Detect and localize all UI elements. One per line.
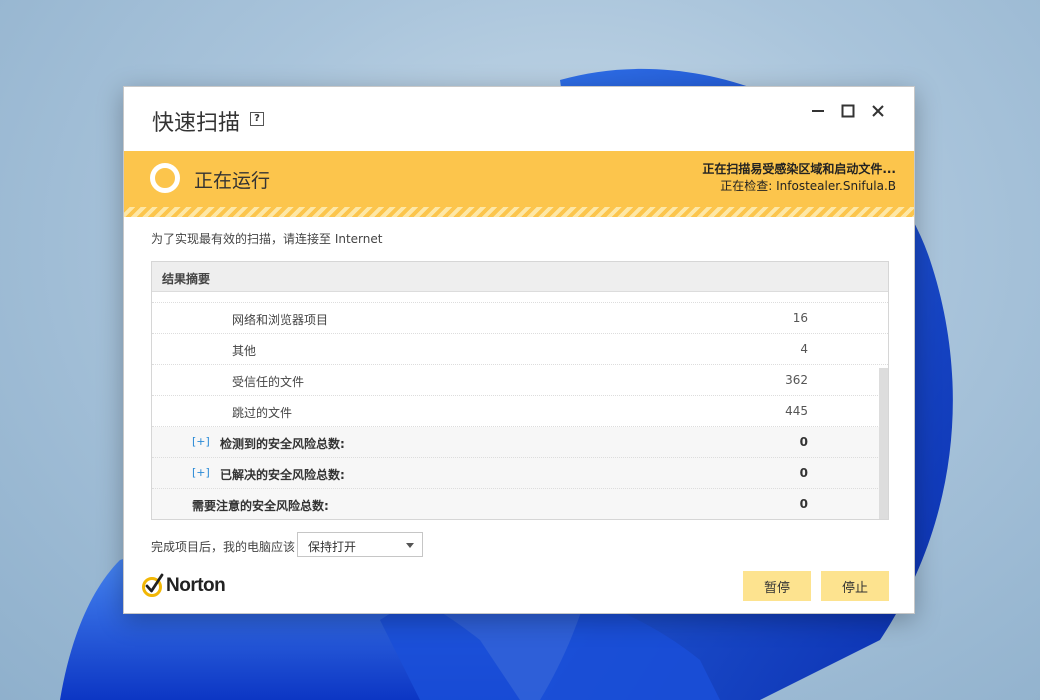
norton-wordmark: Norton [166, 575, 226, 596]
row-label: 检测到的安全风险总数: [220, 437, 345, 451]
results-rows[interactable]: 网络和浏览器项目 16 其他 4 受信任的文件 362 跳过的文件 445 [+… [152, 292, 888, 519]
chevron-down-icon [406, 543, 414, 548]
results-summary-panel: 结果摘要 网络和浏览器项目 16 其他 4 受信任的文件 362 跳过的文件 4… [151, 261, 889, 520]
row-value: 0 [799, 466, 808, 480]
maximize-icon [841, 104, 855, 118]
window-title: 快速扫描 [152, 111, 241, 136]
table-row-partial [152, 272, 888, 303]
row-label: 需要注意的安全风险总数: [192, 499, 329, 513]
norton-check-icon [142, 573, 164, 597]
attention-risks-row: 需要注意的安全风险总数: 0 [152, 489, 888, 519]
scan-status-banner: 正在运行 正在扫描易受感染区域和启动文件... 正在检查: Infosteale… [124, 151, 914, 207]
close-button[interactable] [866, 99, 890, 123]
close-icon [872, 105, 884, 117]
results-scrollbar[interactable] [879, 368, 888, 519]
detected-risks-row: [+] 检测到的安全风险总数: 0 [152, 427, 888, 458]
help-icon[interactable]: ? [250, 112, 264, 126]
table-row: 其他 4 [152, 334, 888, 365]
row-label: 其他 [232, 344, 257, 358]
after-scan-label: 完成项目后，我的电脑应该 [151, 540, 296, 554]
quick-scan-window: 快速扫描 ? 正在运行 正在扫描易受感染区域和启动文件... 正在检查: Inf… [123, 86, 915, 614]
expand-resolved-risks[interactable]: [+] [192, 466, 210, 479]
row-label: 受信任的文件 [232, 375, 305, 389]
row-value: 0 [799, 435, 808, 449]
internet-notice: 为了实现最有效的扫描，请连接至 Internet [151, 232, 383, 246]
after-scan-select[interactable]: 保持打开 [297, 532, 423, 557]
minimize-button[interactable] [806, 99, 830, 123]
row-value: 0 [799, 497, 808, 511]
minimize-icon [812, 110, 824, 112]
row-value: 445 [785, 404, 808, 418]
expand-detected-risks[interactable]: [+] [192, 435, 210, 448]
row-value: 362 [785, 373, 808, 387]
status-stripe [124, 207, 914, 217]
running-ring-icon [150, 163, 180, 193]
norton-logo: Norton [142, 571, 252, 601]
stop-button[interactable]: 停止 [821, 571, 889, 601]
row-value: 4 [800, 342, 808, 356]
pause-button[interactable]: 暂停 [743, 571, 811, 601]
row-value: 16 [792, 311, 808, 325]
title-bar: 快速扫描 ? [124, 87, 914, 151]
scan-activity: 正在扫描易受感染区域和启动文件... [702, 162, 896, 176]
row-label: 已解决的安全风险总数: [220, 468, 345, 482]
row-label: 跳过的文件 [232, 406, 293, 420]
scan-state: 正在运行 [194, 170, 271, 192]
table-row: 受信任的文件 362 [152, 365, 888, 396]
row-label: 网络和浏览器项目 [232, 313, 329, 327]
after-scan-selected-value: 保持打开 [308, 540, 357, 554]
table-row: 跳过的文件 445 [152, 396, 888, 427]
scan-current-item: 正在检查: Infostealer.Snifula.B [720, 179, 896, 193]
maximize-button[interactable] [836, 99, 860, 123]
table-row: 网络和浏览器项目 16 [152, 303, 888, 334]
resolved-risks-row: [+] 已解决的安全风险总数: 0 [152, 458, 888, 489]
